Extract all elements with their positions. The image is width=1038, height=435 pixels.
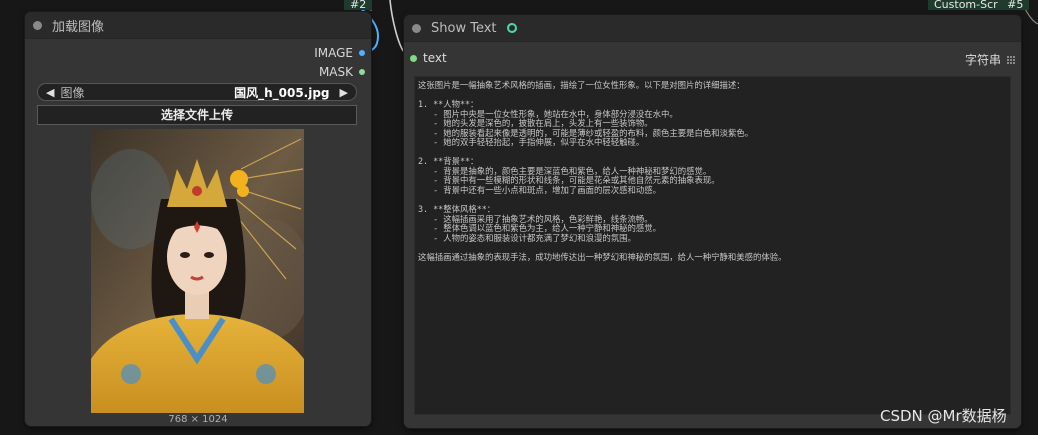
portrait-image-icon (91, 129, 304, 413)
prev-arrow-icon[interactable]: ◀ (46, 86, 54, 99)
combo-value: 国风_h_005.jpg (234, 85, 330, 100)
input-label: text (423, 51, 447, 65)
text-line: - 她的双手轻轻抬起，手指伸展，似乎在水中轻轻触碰。 (418, 137, 645, 148)
text-line (418, 148, 1007, 158)
node-header[interactable]: 加载图像 (25, 12, 371, 39)
collapse-dot-icon[interactable] (412, 23, 421, 33)
show-text-node[interactable]: Show Text text 字符串 这张图片是一幅抽象艺术风格的插画，描绘了一… (404, 15, 1021, 428)
widget-type: 字符串 (965, 51, 1015, 68)
node-badge-left: #2 (344, 0, 373, 10)
text-line: 这张图片是一幅抽象艺术风格的插画，描绘了一位女性形象。以下是对图片的详细描述： (418, 80, 745, 90)
next-arrow-icon[interactable]: ▶ (340, 86, 348, 99)
text-line (418, 91, 1007, 101)
input-text[interactable]: text (410, 51, 447, 65)
output-mask[interactable]: MASK (319, 65, 365, 79)
input-socket-icon[interactable] (410, 54, 417, 62)
node-title: Show Text (431, 20, 497, 36)
link-icon (506, 23, 517, 33)
output-socket-icon[interactable] (359, 50, 365, 56)
type-label: 字符串 (964, 53, 1001, 67)
text-line: - 背景中还有一些小点和斑点，增加了画面的层次感和动感。 (418, 185, 661, 196)
node-title-partial: Custom-Scr (934, 0, 998, 11)
watermark: CSDN @Mr数据杨 (880, 407, 1007, 425)
node-title: 加载图像 (52, 19, 105, 35)
text-line: 这幅插画通过抽象的表现手法，成功地传达出一种梦幻和神秘的氛围，给人一种宁静和美感… (418, 251, 787, 262)
image-combo[interactable]: ◀ 图像 国风_h_005.jpg ▶ (37, 83, 357, 101)
text-output-area[interactable]: 这张图片是一幅抽象艺术风格的插画，描绘了一位女性形象。以下是对图片的详细描述： … (414, 76, 1011, 415)
upload-file-button[interactable]: 选择文件上传 (37, 105, 357, 125)
load-image-node[interactable]: 加载图像 IMAGE MASK ◀ 图像 国风_h_005.jpg ▶ 选择文件… (25, 12, 371, 426)
image-size-label: 768 × 1024 (168, 414, 228, 425)
node-header[interactable]: Show Text (404, 15, 1021, 42)
image-preview[interactable] (91, 129, 304, 413)
output-image[interactable]: IMAGE (314, 46, 365, 60)
node-id-badge: #5 (1007, 0, 1024, 11)
grip-icon[interactable] (1007, 55, 1015, 64)
node-title-partial-right[interactable]: Custom-Scr #5 (928, 0, 1030, 11)
output-socket-icon[interactable] (359, 69, 365, 75)
combo-label: 图像 (60, 85, 85, 100)
text-line (418, 196, 1007, 206)
output-label: IMAGE (314, 46, 353, 60)
collapse-dot-icon[interactable] (33, 20, 42, 30)
output-label: MASK (318, 65, 353, 79)
text-line: - 人物的姿态和服装设计都充满了梦幻和浪漫的氛围。 (418, 232, 636, 243)
